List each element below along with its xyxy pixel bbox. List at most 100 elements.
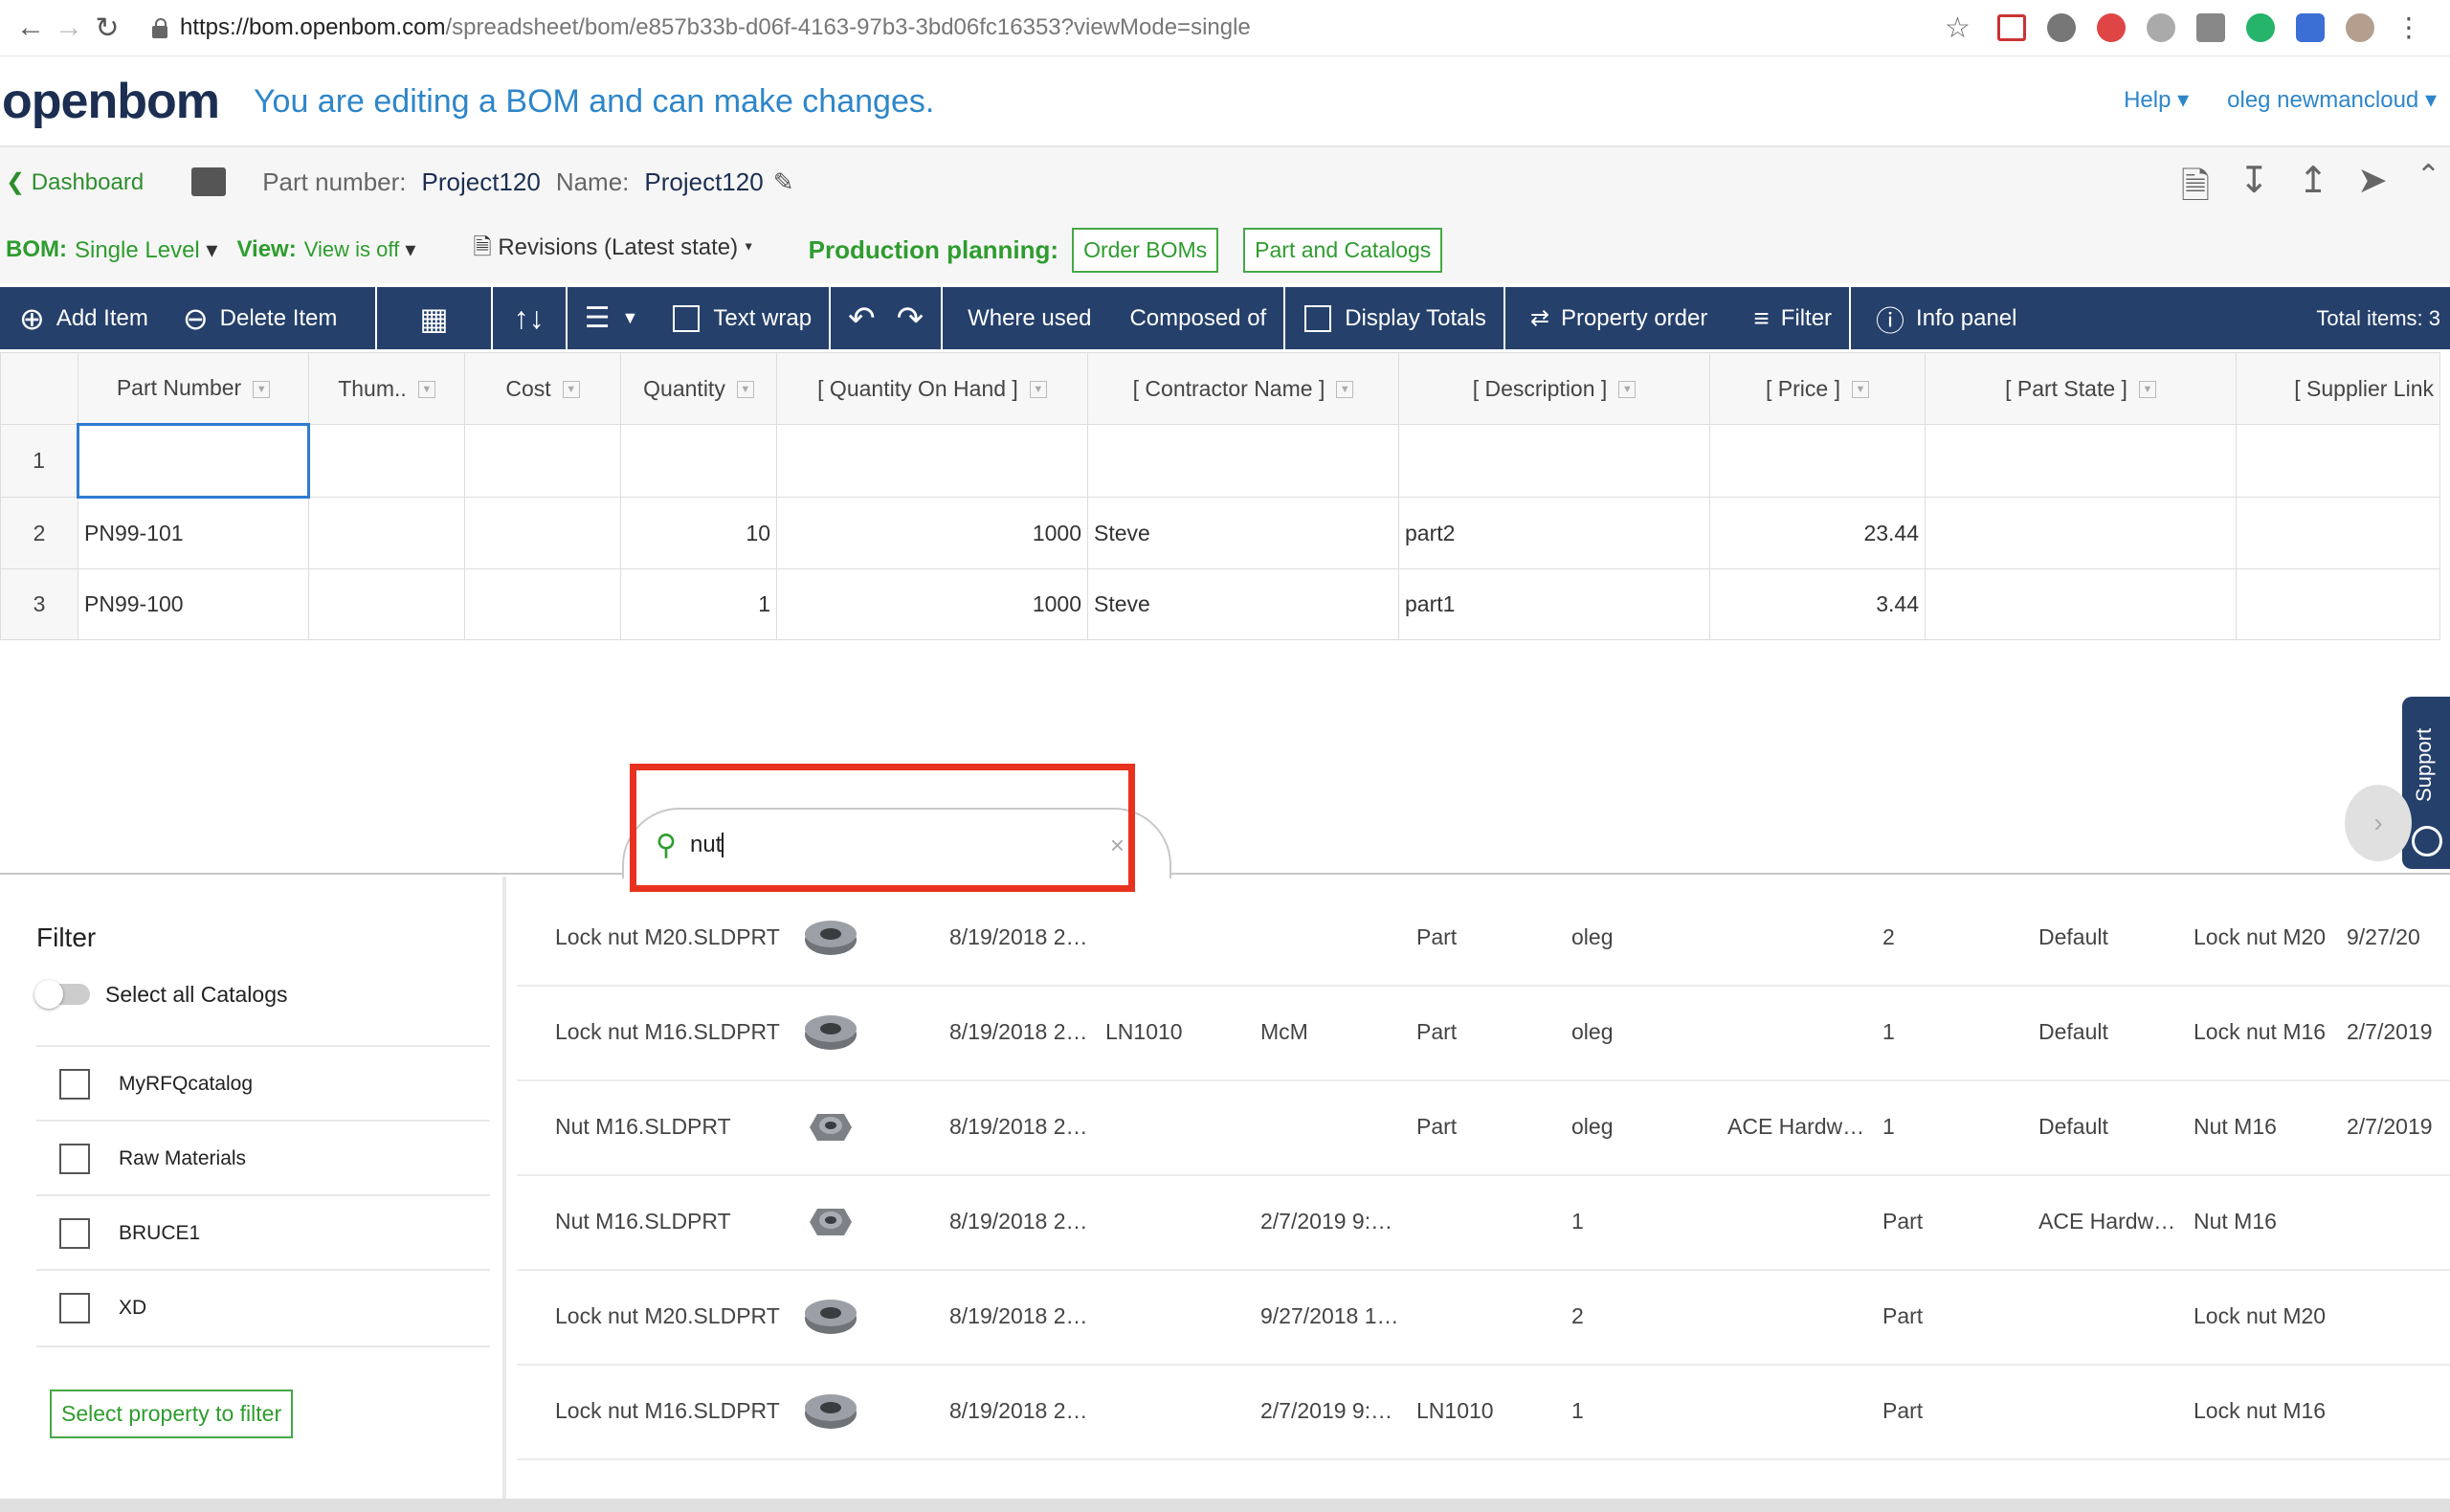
bottom-scrollbar[interactable] bbox=[0, 1499, 2450, 1512]
description-cell[interactable] bbox=[1398, 424, 1710, 498]
display-totals-toggle[interactable]: Display Totals bbox=[1285, 287, 1505, 349]
profile-avatar-icon[interactable] bbox=[2345, 13, 2374, 42]
undo-icon[interactable]: ↶ bbox=[848, 300, 876, 338]
column-filter-icon[interactable]: ▼ bbox=[1029, 381, 1047, 399]
revisions-dropdown[interactable]: 🗎 Revisions (Latest state) ▾ bbox=[473, 231, 752, 270]
price-cell[interactable]: 3.44 bbox=[1709, 568, 1926, 640]
cost-cell[interactable] bbox=[464, 568, 621, 640]
catalog-item[interactable]: BRUCE1 bbox=[36, 1194, 490, 1271]
table-row[interactable]: 2 PN99-101 10 1000 Steve part2 23.44 bbox=[0, 497, 2440, 569]
column-header[interactable]: Quantity ▼ bbox=[620, 352, 777, 425]
column-header[interactable]: [ Contractor Name ] ▼ bbox=[1087, 352, 1399, 425]
column-header[interactable]: [ Quantity On Hand ] ▼ bbox=[776, 352, 1088, 425]
extension-box-icon[interactable] bbox=[2195, 13, 2225, 42]
reload-icon[interactable]: ↻ bbox=[88, 11, 126, 45]
dashboard-link[interactable]: ❮ Dashboard bbox=[6, 168, 144, 196]
column-header[interactable]: [ Part State ] ▼ bbox=[1925, 352, 2237, 425]
thumbnail-cell[interactable] bbox=[308, 568, 465, 640]
edit-pencil-icon[interactable]: ✎ bbox=[773, 167, 794, 197]
on-hand-cell[interactable] bbox=[776, 424, 1088, 498]
price-cell[interactable] bbox=[1709, 424, 1926, 498]
table-row[interactable]: 1 bbox=[0, 423, 2440, 499]
column-filter-icon[interactable]: ▼ bbox=[562, 381, 580, 399]
list-item[interactable]: Nut M16.SLDPRT 8/19/2018 2… Part oleg AC… bbox=[517, 1081, 2450, 1176]
menu-kebab-icon[interactable]: ⋮ bbox=[2395, 13, 2422, 42]
view-dropdown[interactable]: View is off ▾ bbox=[304, 237, 416, 262]
description-cell[interactable]: part1 bbox=[1398, 568, 1710, 640]
collapse-chevron-icon[interactable]: ⌃ bbox=[2417, 159, 2440, 221]
catalog-item[interactable]: Raw Materials bbox=[36, 1120, 490, 1196]
scroll-right-button[interactable]: › bbox=[2345, 785, 2412, 861]
catalog-checkbox[interactable] bbox=[59, 1144, 90, 1174]
supplier-link-cell[interactable] bbox=[2236, 424, 2440, 498]
filter-button[interactable]: ≡ Filter bbox=[1725, 287, 1852, 349]
gmail-icon[interactable] bbox=[1996, 14, 2026, 41]
column-filter-icon[interactable]: ▼ bbox=[1851, 381, 1869, 399]
info-panel-button[interactable]: ⓘ Info panel bbox=[1851, 287, 2034, 349]
back-arrow-icon[interactable]: ← bbox=[11, 11, 50, 44]
export-icon[interactable]: ↥ bbox=[2298, 159, 2328, 221]
property-order-button[interactable]: ⇄ Property order bbox=[1505, 287, 1726, 349]
list-item[interactable]: Lock nut M20.SLDPRT 8/19/2018 2… 9/27/20… bbox=[517, 1271, 2450, 1366]
cost-cell[interactable] bbox=[464, 497, 621, 569]
help-menu[interactable]: Help ▾ bbox=[2124, 86, 2189, 114]
order-boms-button[interactable]: Order BOMs bbox=[1072, 227, 1219, 273]
part-number-cell[interactable]: PN99-101 bbox=[78, 497, 309, 569]
forward-arrow-icon[interactable]: → bbox=[50, 11, 88, 44]
redo-icon[interactable]: ↷ bbox=[897, 300, 924, 338]
share-icon[interactable]: ➤ bbox=[2357, 159, 2388, 221]
quantity-cell[interactable]: 10 bbox=[620, 497, 777, 569]
image-icon[interactable] bbox=[191, 167, 227, 196]
list-item[interactable]: Nut M16.SLDPRT 8/19/2018 2… 2/7/2019 9:…… bbox=[517, 1176, 2450, 1271]
part-number-cell[interactable]: PN99-100 bbox=[78, 568, 309, 640]
list-item[interactable]: Lock nut M20.SLDPRT 8/19/2018 2… Part ol… bbox=[517, 892, 2450, 987]
catalog-item[interactable]: XD bbox=[36, 1269, 490, 1347]
download-icon[interactable]: ↧ bbox=[2238, 159, 2269, 221]
quantity-cell[interactable] bbox=[620, 424, 777, 498]
on-hand-cell[interactable]: 1000 bbox=[776, 568, 1088, 640]
grid-view-button[interactable]: ▦ bbox=[377, 287, 493, 349]
part-state-cell[interactable] bbox=[1925, 568, 2237, 640]
composed-of-button[interactable]: Composed of bbox=[1108, 287, 1286, 349]
align-button[interactable]: ☰ ▼ bbox=[568, 287, 657, 349]
thumbnail-cell[interactable] bbox=[308, 424, 465, 498]
cost-cell[interactable] bbox=[464, 424, 621, 498]
extension-blue-icon[interactable] bbox=[2295, 13, 2325, 42]
list-item[interactable]: Lock nut M16.SLDPRT 8/19/2018 2… 2/7/201… bbox=[517, 1366, 2450, 1460]
select-property-button[interactable]: Select property to filter bbox=[50, 1390, 294, 1438]
sort-button[interactable]: ↑↓ bbox=[493, 287, 568, 349]
thumbnail-cell[interactable] bbox=[308, 497, 465, 569]
list-item[interactable]: Lock nut M16.SLDPRT 8/19/2018 2… LN1010 … bbox=[517, 987, 2450, 1081]
part-state-cell[interactable] bbox=[1925, 497, 2237, 569]
bookmark-star-icon[interactable]: ☆ bbox=[1945, 11, 1971, 45]
delete-item-button[interactable]: ⊖ Delete Item bbox=[166, 287, 378, 349]
bom-type-dropdown[interactable]: Single Level ▾ bbox=[75, 236, 217, 264]
where-used-button[interactable]: Where used bbox=[943, 287, 1108, 349]
extension-circle-icon[interactable] bbox=[2046, 13, 2076, 42]
panel-divider[interactable] bbox=[0, 873, 2450, 875]
description-cell[interactable]: part2 bbox=[1398, 497, 1710, 569]
column-filter-icon[interactable]: ▼ bbox=[1336, 381, 1354, 399]
column-header[interactable]: Cost ▼ bbox=[464, 352, 621, 425]
part-catalogs-button[interactable]: Part and Catalogs bbox=[1243, 227, 1443, 273]
column-header[interactable]: Thum.. ▼ bbox=[308, 352, 465, 425]
price-cell[interactable]: 23.44 bbox=[1709, 497, 1926, 569]
address-bar[interactable]: https://bom.openbom.com/spreadsheet/bom/… bbox=[145, 7, 1945, 49]
extension-gray-icon[interactable] bbox=[2146, 13, 2175, 42]
catalog-item[interactable]: MyRFQcatalog bbox=[36, 1045, 490, 1122]
extension-red-icon[interactable] bbox=[2096, 13, 2126, 42]
contractor-cell[interactable]: Steve bbox=[1087, 568, 1399, 640]
column-header[interactable]: Part Number ▼ bbox=[78, 352, 309, 425]
column-header[interactable]: [ Price ] ▼ bbox=[1709, 352, 1926, 425]
text-wrap-checkbox[interactable] bbox=[673, 304, 701, 332]
column-filter-icon[interactable]: ▼ bbox=[2138, 381, 2156, 399]
support-tab[interactable]: Support bbox=[2402, 697, 2450, 869]
catalog-checkbox[interactable] bbox=[59, 1069, 90, 1100]
table-row[interactable]: 3 PN99-100 1 1000 Steve part1 3.44 bbox=[0, 568, 2440, 640]
contractor-cell[interactable]: Steve bbox=[1087, 497, 1399, 569]
catalog-checkbox[interactable] bbox=[59, 1293, 90, 1323]
catalog-checkbox[interactable] bbox=[59, 1218, 90, 1249]
quantity-cell[interactable]: 1 bbox=[620, 568, 777, 640]
user-menu[interactable]: oleg newmancloud ▾ bbox=[2227, 86, 2437, 114]
add-item-button[interactable]: ⊕ Add Item bbox=[0, 287, 166, 349]
